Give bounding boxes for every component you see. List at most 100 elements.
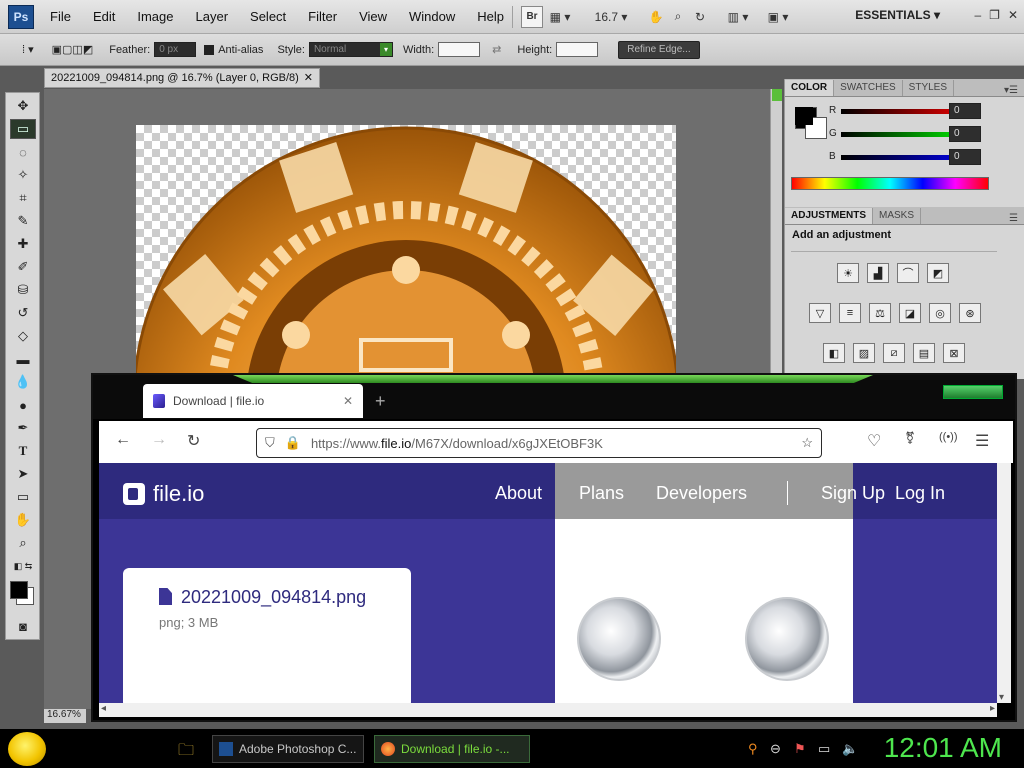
panel-menu-icon[interactable]: ▾☰ xyxy=(1004,85,1018,96)
levels-icon[interactable]: ▟ xyxy=(867,263,889,283)
eyedropper-icon[interactable]: ✎ xyxy=(10,211,36,231)
menu-edit[interactable]: Edit xyxy=(93,9,115,24)
type-tool-icon[interactable]: T xyxy=(10,441,36,461)
tracking-shield-icon[interactable]: ⛉ xyxy=(265,435,275,451)
document-canvas[interactable] xyxy=(136,125,676,385)
selective-color-icon[interactable]: ⊠ xyxy=(943,343,965,363)
tab-styles[interactable]: STYLES xyxy=(903,80,955,96)
scroll-right-icon[interactable]: ▸ xyxy=(990,703,995,714)
network-icon[interactable]: ▭ xyxy=(818,741,830,757)
menu-hamburger-icon[interactable]: ☰ xyxy=(975,431,989,451)
rotate-view-icon[interactable]: ↻ xyxy=(689,6,711,28)
gradient-tool-icon[interactable]: ▬ xyxy=(10,349,36,369)
width-input[interactable] xyxy=(438,42,481,57)
quick-mask-icon[interactable]: ◙ xyxy=(10,616,36,636)
hand-tool-icon[interactable]: ✋ xyxy=(645,6,667,28)
menu-help[interactable]: Help xyxy=(477,9,504,24)
taskbar-item-photoshop[interactable]: Adobe Photoshop C... xyxy=(212,735,364,763)
menu-view[interactable]: View xyxy=(359,9,387,24)
green-value[interactable]: 0 xyxy=(949,126,981,142)
browser-tab[interactable]: Download | file.io ✕ xyxy=(143,384,363,418)
minimize-icon[interactable]: – xyxy=(974,8,981,22)
gradient-map-icon[interactable]: ▤ xyxy=(913,343,935,363)
pocket-icon[interactable]: ♡ xyxy=(867,431,881,451)
eraser-icon[interactable]: ◇ xyxy=(10,326,36,346)
red-value[interactable]: 0 xyxy=(949,103,981,119)
new-tab-icon[interactable]: + xyxy=(375,391,386,412)
feather-input[interactable]: 0 px xyxy=(154,42,197,57)
back-icon[interactable]: ← xyxy=(115,431,131,449)
browser-horizontal-scrollbar[interactable]: ◂ ▸ xyxy=(99,703,997,717)
lasso-tool-icon[interactable]: ◌ xyxy=(10,142,36,162)
tab-color[interactable]: COLOR xyxy=(785,80,835,96)
vibrance-icon[interactable]: ▽ xyxy=(809,303,831,323)
posterize-icon[interactable]: ▨ xyxy=(853,343,875,363)
bridge-icon[interactable]: Br xyxy=(521,5,544,28)
document-tab[interactable]: 20221009_094814.png @ 16.7% (Layer 0, RG… xyxy=(44,68,320,88)
flag-icon[interactable]: ⚑ xyxy=(794,741,806,757)
scroll-down-icon[interactable]: ▾ xyxy=(999,692,1004,703)
tab-masks[interactable]: MASKS xyxy=(873,208,922,224)
nav-log-in[interactable]: Log In xyxy=(895,483,945,504)
account-icon[interactable]: ⚧ xyxy=(905,431,915,445)
url-bar[interactable]: ⛉ 🔒 https://www. file.io/M67X/download/x6… xyxy=(256,428,822,458)
tab-adjustments[interactable]: ADJUSTMENTS xyxy=(785,208,874,224)
taskbar-item-firefox[interactable]: Download | file.io -... xyxy=(374,735,530,763)
channel-mixer-icon[interactable]: ⊛ xyxy=(959,303,981,323)
zoom-tool-icon[interactable]: ⌕ xyxy=(667,6,689,28)
black-white-icon[interactable]: ◪ xyxy=(899,303,921,323)
workspace-switcher[interactable]: ESSENTIALS ▾ xyxy=(855,8,940,22)
clock[interactable]: 12:01 AM xyxy=(884,732,1002,764)
reload-icon[interactable]: ↻ xyxy=(187,431,200,451)
scroll-left-icon[interactable]: ◂ xyxy=(101,703,106,714)
menu-filter[interactable]: Filter xyxy=(308,9,337,24)
nav-sign-up[interactable]: Sign Up xyxy=(821,483,885,504)
move-tool-icon[interactable]: ✥ xyxy=(10,96,36,116)
crop-tool-icon[interactable]: ⌗ xyxy=(10,188,36,208)
threshold-icon[interactable]: ⧄ xyxy=(883,343,905,363)
foreground-color-swatch[interactable] xyxy=(10,581,28,599)
path-selection-icon[interactable]: ➤ xyxy=(10,464,36,484)
nav-developers[interactable]: Developers xyxy=(656,483,747,504)
restore-icon[interactable]: ❐ xyxy=(989,8,1000,22)
browser-window-controls[interactable] xyxy=(943,385,1003,399)
browser-vertical-scrollbar[interactable]: ▾ xyxy=(997,463,1011,703)
dodge-tool-icon[interactable]: ● xyxy=(10,395,36,415)
color-balance-icon[interactable]: ⚖ xyxy=(869,303,891,323)
close-tab-icon[interactable]: ✕ xyxy=(343,394,353,408)
menu-window[interactable]: Window xyxy=(409,9,455,24)
menu-select[interactable]: Select xyxy=(250,9,286,24)
minus-circle-icon[interactable]: ⊖ xyxy=(770,741,781,757)
close-icon[interactable]: ✕ xyxy=(304,69,313,87)
blue-value[interactable]: 0 xyxy=(949,149,981,165)
tool-preset-icon[interactable]: ⁞ ▾ xyxy=(22,43,34,56)
color-swatches[interactable] xyxy=(8,579,38,613)
clone-stamp-icon[interactable]: ⛁ xyxy=(10,280,36,300)
lock-icon[interactable]: 🔒 xyxy=(285,435,301,451)
refine-edge-button[interactable]: Refine Edge... xyxy=(618,40,700,59)
exposure-icon[interactable]: ◩ xyxy=(927,263,949,283)
style-select[interactable]: Normal ▾ xyxy=(308,42,393,57)
pen-tool-icon[interactable]: ✒ xyxy=(10,418,36,438)
menu-layer[interactable]: Layer xyxy=(196,9,229,24)
scrollbar-thumb[interactable] xyxy=(772,89,782,101)
history-brush-icon[interactable]: ↺ xyxy=(10,303,36,323)
menu-file[interactable]: File xyxy=(50,9,71,24)
fileio-logo[interactable]: file.io xyxy=(123,481,204,507)
hand-tool-icon[interactable]: ✋ xyxy=(10,510,36,530)
volume-icon[interactable]: 🔈 xyxy=(842,741,858,757)
panel-menu-icon[interactable]: ☰ xyxy=(1009,213,1018,224)
zoom-status[interactable]: 16.67% xyxy=(44,709,86,723)
menu-image[interactable]: Image xyxy=(137,9,173,24)
magic-wand-icon[interactable]: ✧ xyxy=(10,165,36,185)
start-button-smiley-icon[interactable] xyxy=(8,732,46,766)
file-name[interactable]: 20221009_094814.png xyxy=(181,587,366,608)
folder-icon[interactable]: 🗀 xyxy=(178,739,194,766)
tab-swatches[interactable]: SWATCHES xyxy=(834,80,903,96)
healing-brush-icon[interactable]: ✚ xyxy=(10,234,36,254)
marquee-tool-icon[interactable]: ▭ xyxy=(10,119,36,139)
extension-icon[interactable]: ((•)) xyxy=(939,431,958,443)
brightness-icon[interactable]: ☀ xyxy=(837,263,859,283)
nav-about[interactable]: About xyxy=(495,483,542,504)
zoom-level-dropdown[interactable]: 16.7 ▾ xyxy=(587,6,635,28)
